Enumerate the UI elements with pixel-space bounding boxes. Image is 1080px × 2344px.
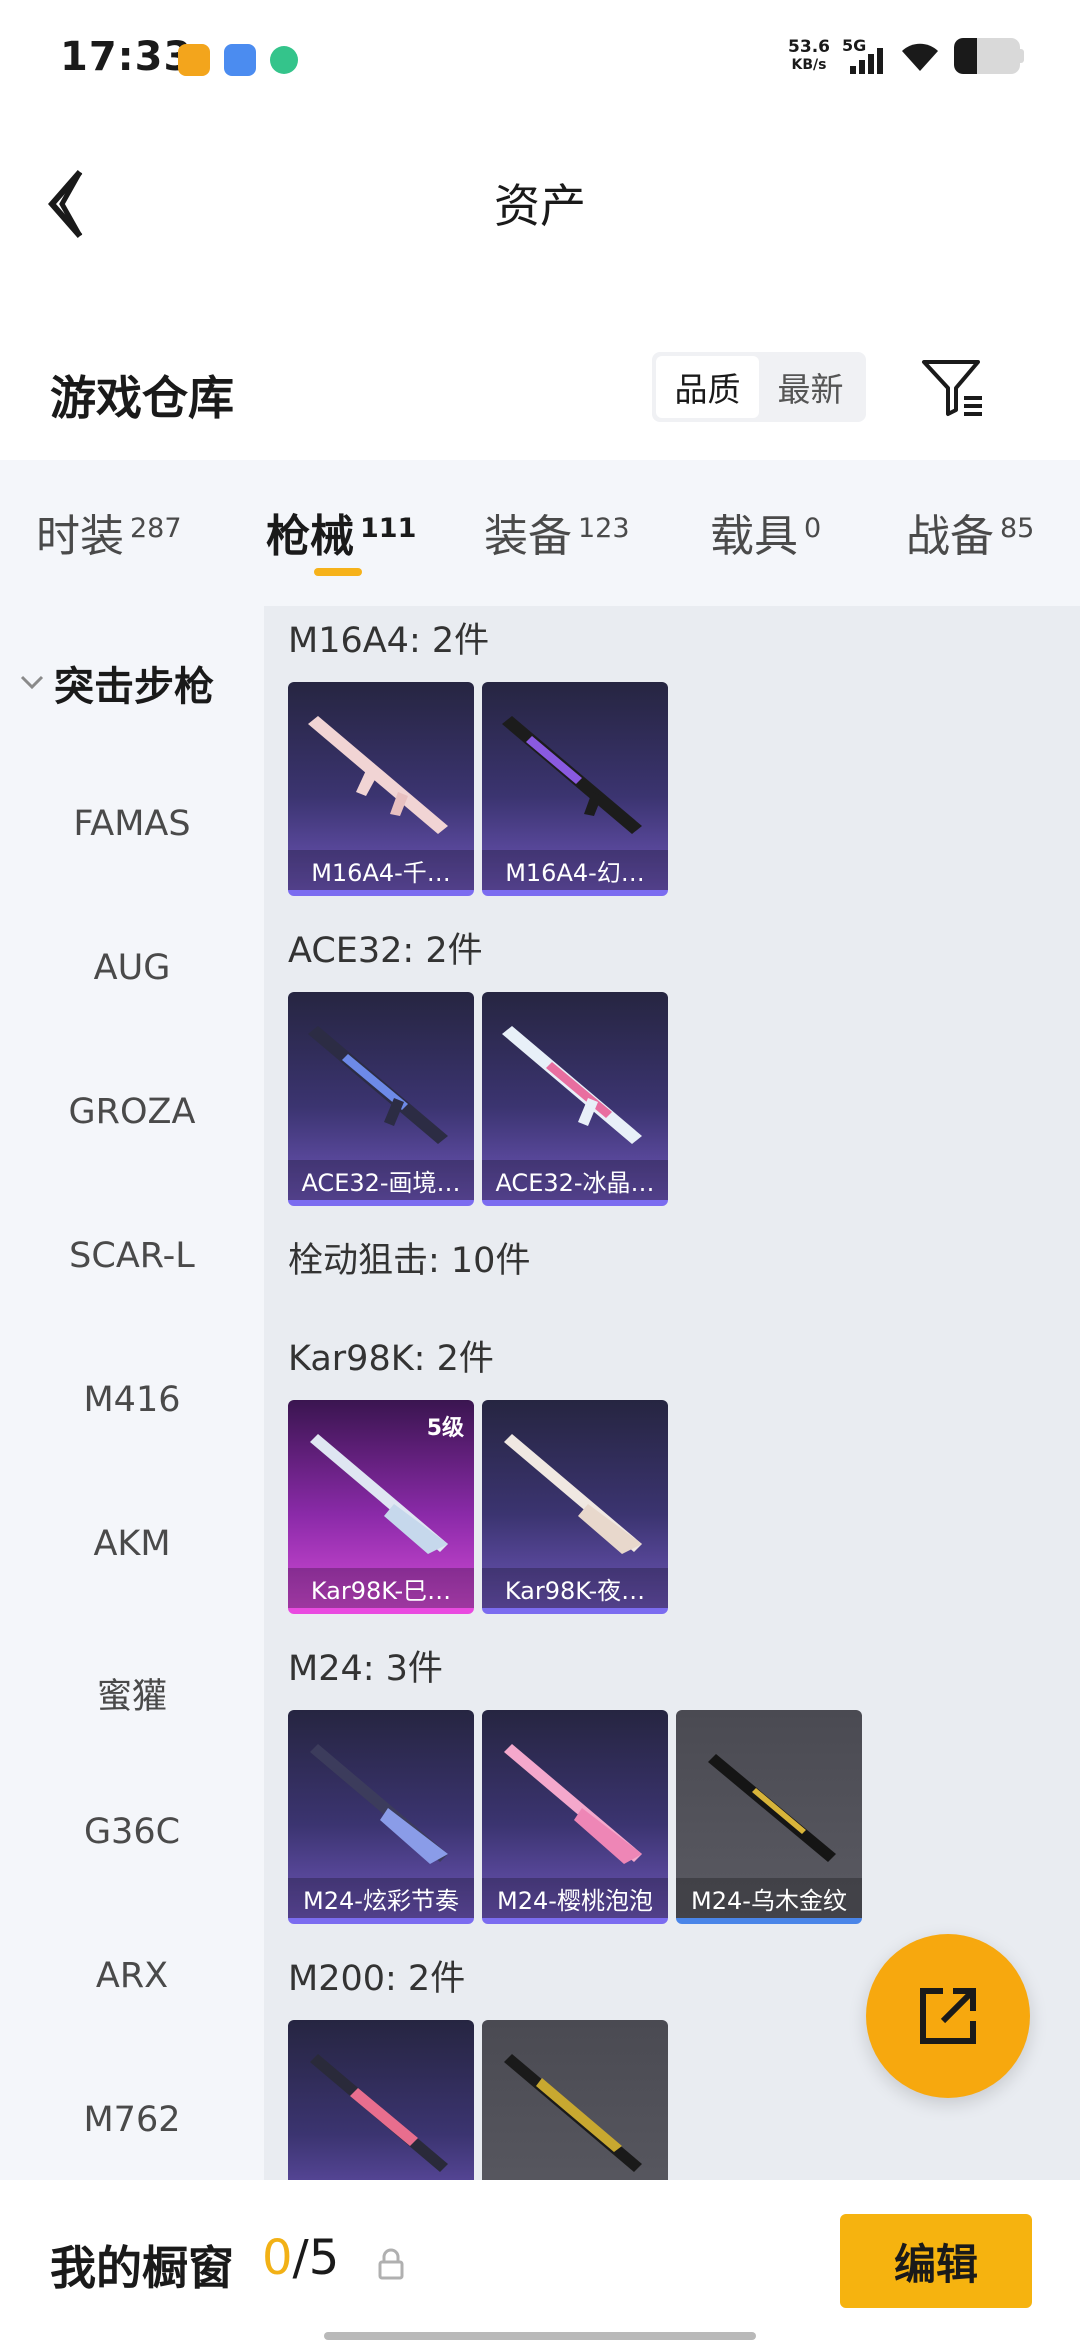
rifle-icon [708, 1754, 836, 1862]
chevron-down-icon [20, 675, 44, 690]
weapon-category-sidebar: 突击步枪 FAMAS AUG GROZA SCAR-L M416 AKM 蜜獾 … [0, 606, 264, 2180]
home-indicator[interactable] [324, 2332, 756, 2340]
app-notification-icon [178, 44, 210, 76]
weapon-card-label: M16A4-千… [288, 850, 474, 890]
app-notification-icon [224, 44, 256, 76]
sidebar-item-groza[interactable]: GROZA [0, 1092, 264, 1132]
weapon-card-label: M24-乌木金纹 [676, 1878, 862, 1918]
battery-icon [954, 38, 1024, 74]
sidebar-category-assault-rifle[interactable]: 突击步枪 [18, 654, 214, 712]
sort-quality-button[interactable]: 品质 [656, 356, 759, 418]
weapon-card-label: M24-炫彩节奏 [288, 1878, 474, 1918]
showcase-title: 我的橱窗 [50, 2241, 234, 2295]
rifle-icon [502, 1026, 642, 1144]
sidebar-item-famas[interactable]: FAMAS [0, 804, 264, 844]
rifle-icon [502, 716, 642, 834]
share-icon [920, 1988, 976, 2044]
weapon-card-label: ACE32-画境… [288, 1160, 474, 1200]
weapon-card[interactable]: M16A4-幻… [482, 682, 668, 896]
weapon-card-label: M16A4-幻… [482, 850, 668, 890]
notification-icons [178, 44, 298, 76]
weapon-card-label: Kar98K-夜… [482, 1568, 668, 1608]
weapon-card[interactable] [482, 2020, 668, 2180]
status-indicators: 53.6 KB/s 5G [788, 36, 1024, 74]
share-button[interactable] [866, 1934, 1030, 2098]
group-title: 栓动狙击: 10件 [288, 1241, 531, 1281]
group-title: M200: 2件 [288, 1959, 466, 1999]
tab-firearms[interactable]: 枪械 111 [266, 500, 416, 564]
page-title: 资产 [494, 179, 586, 233]
rifle-icon [308, 1026, 448, 1144]
warehouse-title: 游戏仓库 [50, 371, 234, 425]
rifle-icon [504, 1744, 642, 1864]
status-time: 17:33 [60, 34, 193, 80]
weapon-card[interactable]: ACE32-冰晶… [482, 992, 668, 1206]
category-tabs: 时装 287 枪械 111 装备 123 载具 0 战备 85 [0, 460, 1080, 606]
network-speed: 53.6 KB/s [788, 38, 830, 74]
sidebar-item-akm[interactable]: AKM [0, 1524, 264, 1564]
lock-icon [378, 2248, 404, 2280]
sort-newest-button[interactable]: 最新 [759, 356, 862, 418]
tab-label: 载具 [710, 511, 798, 562]
nav-header: 资产 [0, 140, 1080, 260]
weapon-card[interactable]: M24-炫彩节奏 [288, 1710, 474, 1924]
sidebar-item-m416[interactable]: M416 [0, 1380, 264, 1420]
tab-combat-gear[interactable]: 战备 85 [906, 500, 1034, 564]
tab-equipment[interactable]: 装备 123 [484, 500, 630, 564]
tab-label: 时装 [36, 511, 124, 562]
weapon-card[interactable]: M16A4-千… [288, 682, 474, 896]
weapon-card[interactable] [288, 2020, 474, 2180]
network-speed-value: 53.6 [788, 37, 830, 57]
weapon-card-label: ACE32-冰晶… [482, 1160, 668, 1200]
tab-label: 装备 [484, 511, 572, 562]
sidebar-item-honey-badger[interactable]: 蜜獾 [0, 1668, 264, 1719]
showcase-current: 0 [262, 2230, 293, 2286]
tab-count: 287 [130, 513, 182, 544]
tab-vehicles[interactable]: 载具 0 [710, 500, 821, 564]
showcase-max: 5 [308, 2230, 340, 2286]
weapon-card-label: M24-樱桃泡泡 [482, 1878, 668, 1918]
status-bar: 17:33 53.6 KB/s 5G [0, 0, 1080, 120]
sidebar-item-scar-l[interactable]: SCAR-L [0, 1236, 264, 1276]
active-tab-indicator [314, 568, 362, 576]
tab-count: 85 [1000, 513, 1035, 544]
network-speed-unit: KB/s [791, 57, 827, 73]
showcase-bar: 我的橱窗 0/5 编辑 [0, 2180, 1080, 2344]
rifle-icon [310, 1434, 448, 1554]
sidebar-item-arx[interactable]: ARX [0, 1956, 264, 1996]
rifle-icon [504, 1434, 642, 1554]
weapon-card[interactable]: M24-乌木金纹 [676, 1710, 862, 1924]
tab-count: 111 [360, 513, 417, 544]
rifle-icon [308, 716, 448, 834]
wifi-icon [902, 43, 938, 71]
tab-count: 123 [578, 513, 630, 544]
tab-label: 战备 [906, 511, 994, 562]
weapon-card[interactable]: ACE32-画境… [288, 992, 474, 1206]
tab-count: 0 [804, 513, 822, 544]
tab-fashion[interactable]: 时装 287 [36, 500, 182, 564]
group-title: Kar98K: 2件 [288, 1339, 494, 1379]
rifle-icon [310, 1744, 448, 1864]
group-title: ACE32: 2件 [288, 931, 483, 971]
sidebar-category-label: 突击步枪 [54, 664, 214, 710]
weapon-card[interactable]: Kar98K-夜… [482, 1400, 668, 1614]
weapon-card[interactable]: 5级 Kar98K-巳… [288, 1400, 474, 1614]
filter-icon[interactable] [920, 356, 986, 420]
signal-icon: 5G [842, 36, 886, 74]
group-title: M16A4: 2件 [288, 621, 490, 661]
edit-button[interactable]: 编辑 [840, 2214, 1032, 2308]
sidebar-item-aug[interactable]: AUG [0, 948, 264, 988]
group-title: M24: 3件 [288, 1649, 443, 1689]
rifle-icon [310, 2054, 448, 2172]
warehouse-header: 游戏仓库 品质 最新 [0, 340, 1080, 460]
sort-segmented-control: 品质 最新 [652, 352, 866, 422]
sidebar-item-m762[interactable]: M762 [0, 2100, 264, 2140]
showcase-count: 0/5 [262, 2230, 340, 2286]
sidebar-item-g36c[interactable]: G36C [0, 1812, 264, 1852]
app-notification-icon [270, 46, 298, 74]
weapon-card[interactable]: M24-樱桃泡泡 [482, 1710, 668, 1924]
weapon-card-label: Kar98K-巳… [288, 1568, 474, 1608]
tab-label: 枪械 [266, 511, 354, 562]
rifle-icon [504, 2054, 642, 2172]
